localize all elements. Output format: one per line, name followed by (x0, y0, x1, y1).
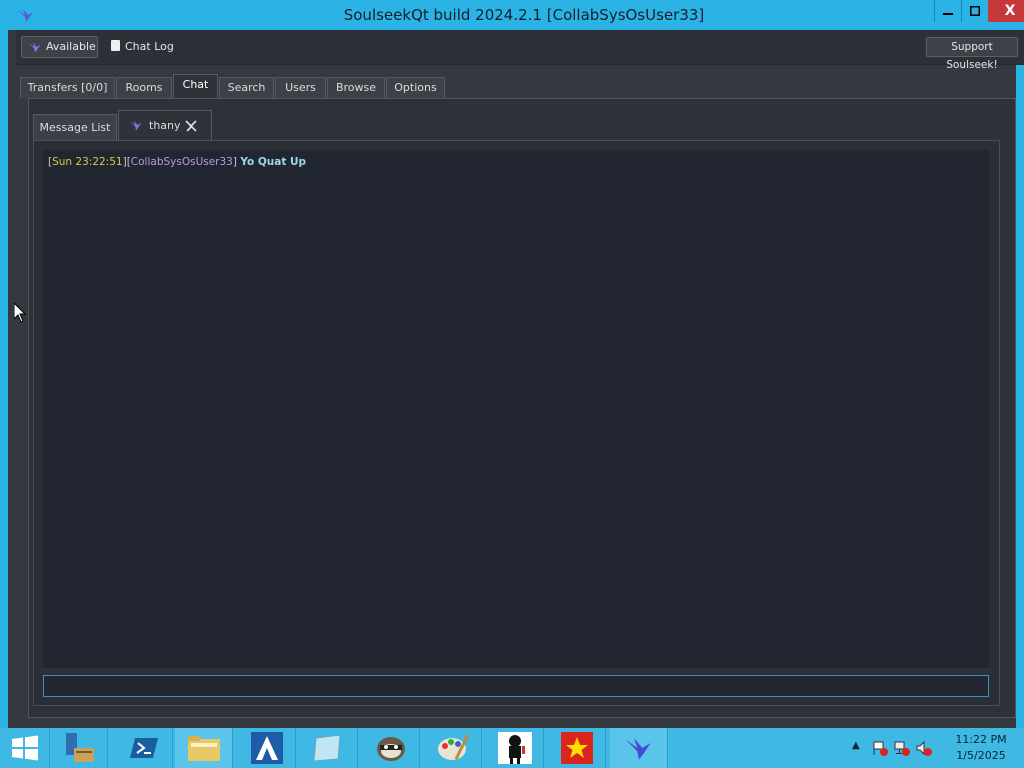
minimize-icon (943, 13, 953, 15)
horizontal-scrollbar[interactable] (43, 668, 989, 673)
paint-palette-icon (438, 734, 470, 760)
raccoon-icon (377, 737, 405, 761)
taskbar-paint[interactable] (424, 728, 482, 768)
support-button[interactable]: Support Soulseek! (926, 37, 1018, 71)
chat-log-label: Chat Log (125, 40, 174, 53)
mouse-cursor-icon (14, 303, 26, 323)
network-icon[interactable] (894, 740, 910, 756)
bracket: ][ (122, 156, 131, 168)
taskbar-notepad[interactable] (300, 728, 358, 768)
close-button[interactable]: X (988, 0, 1024, 22)
tab-search[interactable]: Search (219, 77, 274, 98)
taskbar-powershell[interactable] (115, 728, 173, 768)
volume-muted-icon[interactable] (916, 740, 932, 756)
taskbar-soulseek[interactable] (610, 728, 668, 768)
black-figure-icon (498, 732, 532, 764)
taskbar-file-explorer[interactable] (175, 728, 233, 768)
tab-chat[interactable]: Chat (173, 74, 218, 98)
toolbar: Available Chat Log Support Soulseek! (16, 30, 1024, 71)
clock-date: 1/5/2025 (956, 749, 1006, 762)
tab-browse[interactable]: Browse (327, 77, 385, 98)
taskbar-star-app[interactable] (548, 728, 606, 768)
status-label: Available (46, 40, 96, 53)
yellow-star-icon (561, 732, 593, 764)
chat-message: [Sun 23:22:51][CollabSysOsUser33] Yo Qua… (48, 156, 306, 168)
close-tab-icon[interactable] (185, 111, 197, 143)
bracket: ] (232, 156, 237, 168)
soulseek-bird-icon (625, 738, 651, 760)
taskbar-clock[interactable]: 11:22 PM 1/5/2025 (946, 732, 1016, 764)
folder-icon (188, 736, 220, 761)
message-timestamp: Sun 23:22:51 (52, 156, 123, 168)
close-tab-x-icon (185, 120, 197, 132)
maximize-button[interactable] (961, 0, 988, 22)
window-title: SoulseekQt build 2024.2.1 [CollabSysOsUs… (343, 6, 705, 24)
tab-options[interactable]: Options (386, 77, 445, 98)
taskbar-raccoon-app[interactable] (362, 728, 420, 768)
status-button[interactable]: Available (21, 36, 98, 58)
clock-time: 11:22 PM (955, 733, 1007, 746)
document-icon (111, 40, 120, 51)
start-button[interactable] (0, 728, 50, 768)
system-tray: ▲ 11:22 PM 1/5/2025 (844, 728, 1024, 768)
taskbar-figure-app[interactable] (486, 728, 544, 768)
windows-logo-icon (12, 735, 38, 761)
soulseek-bird-icon (129, 120, 142, 131)
taskbar-app-a[interactable] (238, 728, 296, 768)
tab-rooms[interactable]: Rooms (116, 77, 172, 98)
maximize-icon (969, 5, 981, 17)
chat-log-button[interactable]: Chat Log (109, 37, 174, 57)
soulseek-bird-icon (28, 42, 41, 53)
action-center-flag-icon[interactable] (872, 740, 888, 756)
taskbar-server-manager[interactable] (50, 728, 108, 768)
tab-user-thany[interactable]: thany (118, 110, 212, 140)
message-username[interactable]: CollabSysOsUser33 (131, 156, 233, 168)
server-manager-icon (66, 733, 94, 762)
title-bar[interactable]: SoulseekQt build 2024.2.1 [CollabSysOsUs… (8, 0, 1024, 30)
tab-users[interactable]: Users (275, 77, 326, 98)
show-hidden-icons-icon[interactable]: ▲ (852, 740, 860, 751)
notepad-icon (313, 734, 341, 762)
chat-log[interactable]: [Sun 23:22:51][CollabSysOsUser33] Yo Qua… (43, 150, 989, 668)
powershell-icon (130, 738, 158, 758)
a-logo-icon (251, 732, 283, 764)
minimize-button[interactable] (934, 0, 961, 22)
message-text: Yo Quat Up (240, 156, 307, 168)
tab-transfers[interactable]: Transfers [0/0] (20, 77, 115, 98)
taskbar: ▲ 11:22 PM 1/5/2025 (0, 728, 1024, 768)
tab-message-list[interactable]: Message List (33, 114, 117, 140)
chat-input[interactable] (43, 675, 989, 697)
tab-user-label: thany (149, 119, 181, 132)
